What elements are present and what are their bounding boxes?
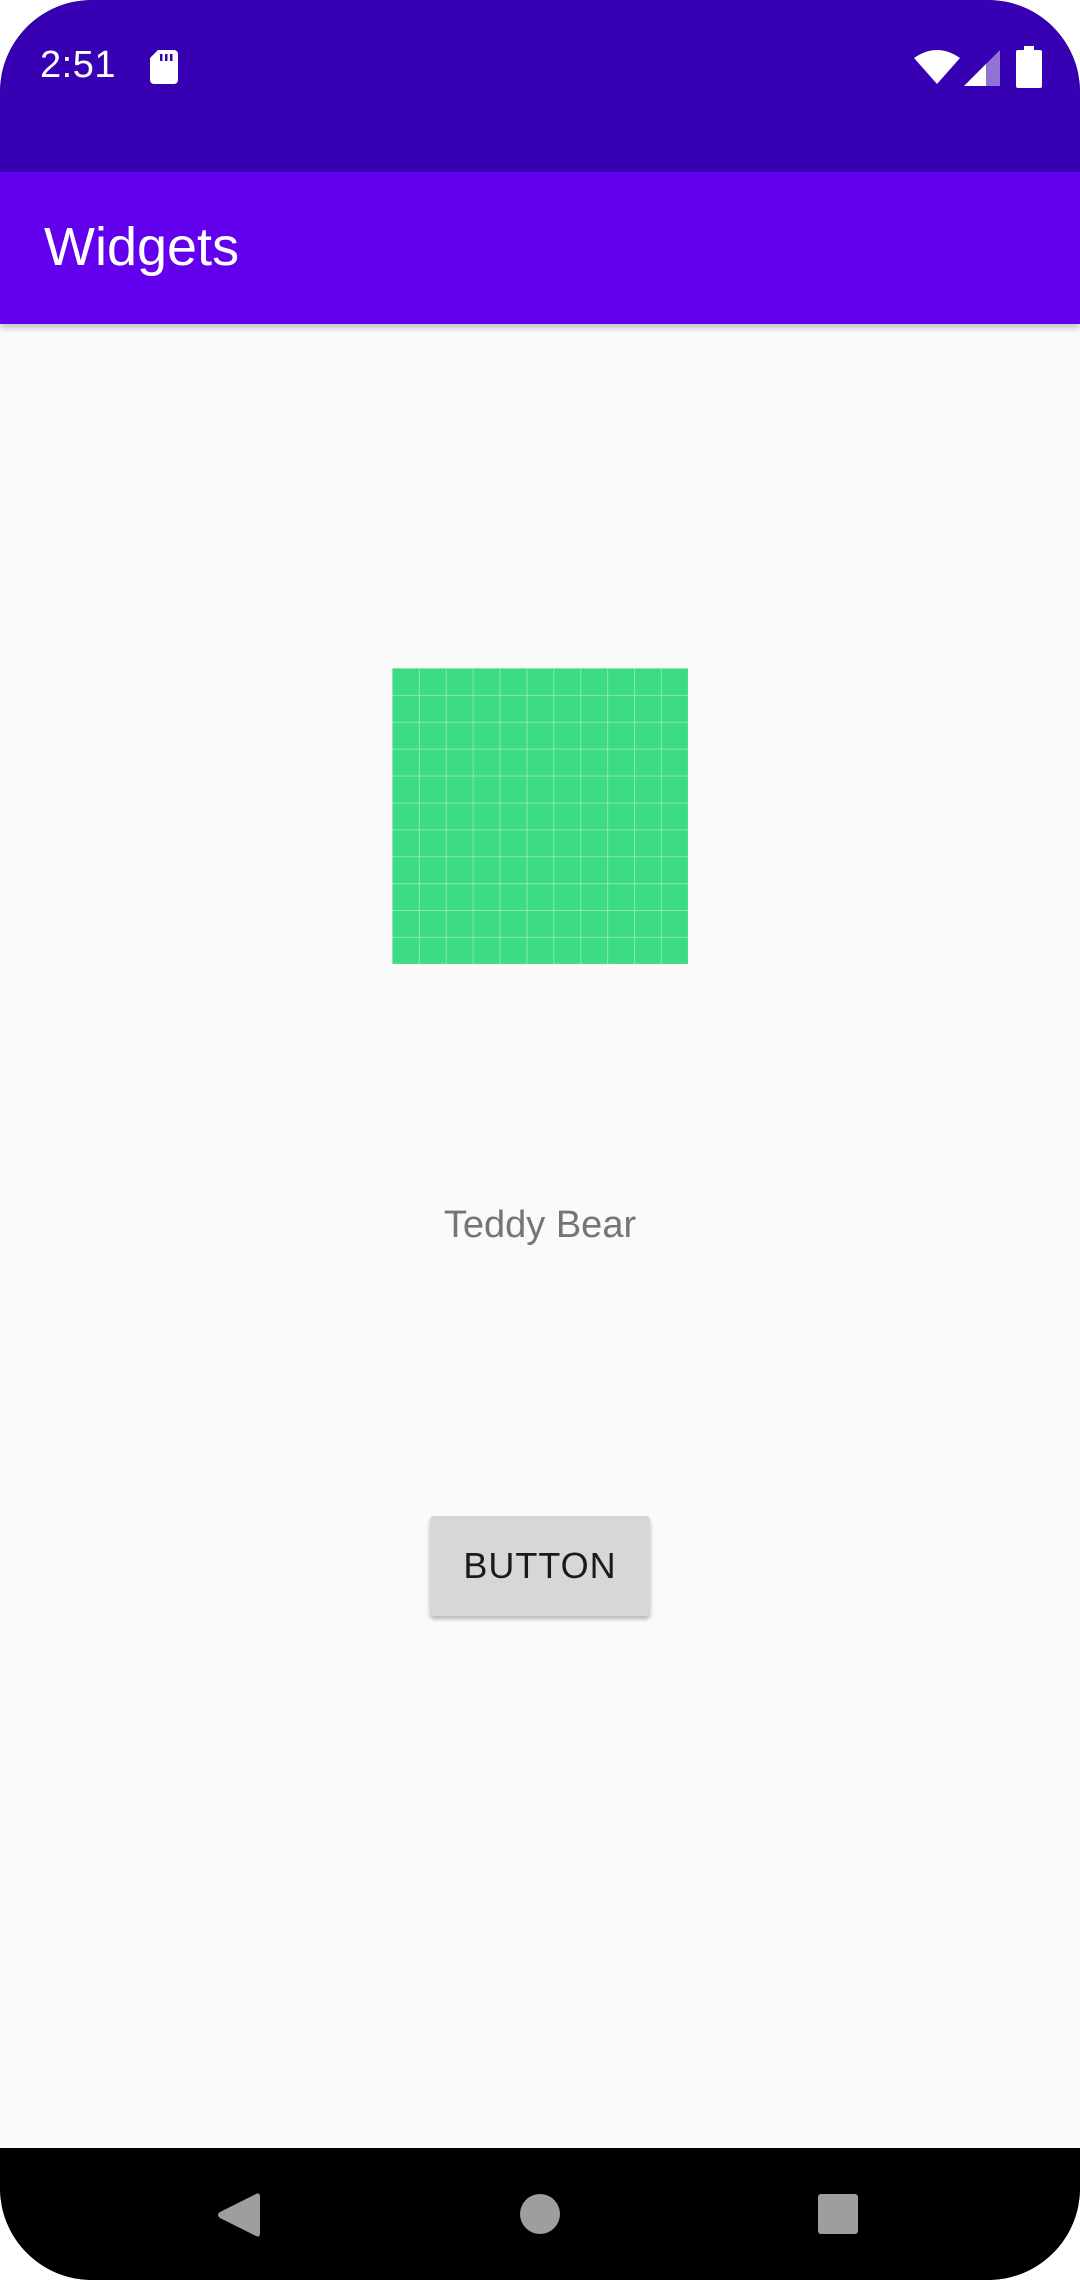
back-icon[interactable]	[216, 2191, 260, 2239]
sd-card-icon	[150, 50, 178, 84]
status-time: 2:51	[40, 44, 116, 86]
main-content: Teddy Bear BUTTON	[0, 324, 1080, 2148]
recents-icon[interactable]	[818, 2194, 858, 2234]
wifi-icon	[914, 50, 960, 84]
status-bar: 2:51	[0, 0, 1080, 172]
navigation-bar	[0, 2148, 1080, 2280]
teddy-bear-label: Teddy Bear	[443, 1204, 637, 1246]
home-icon[interactable]	[520, 2194, 560, 2234]
green-grid-image	[392, 668, 688, 964]
main-button[interactable]: BUTTON	[430, 1516, 650, 1616]
battery-icon	[1016, 46, 1042, 88]
app-bar: Widgets	[0, 172, 1080, 324]
cell-signal-icon	[964, 50, 1000, 86]
phone-screen: 2:51 Widgets Teddy Bear BUTTON	[0, 0, 1080, 2280]
app-title: Widgets	[44, 217, 240, 277]
